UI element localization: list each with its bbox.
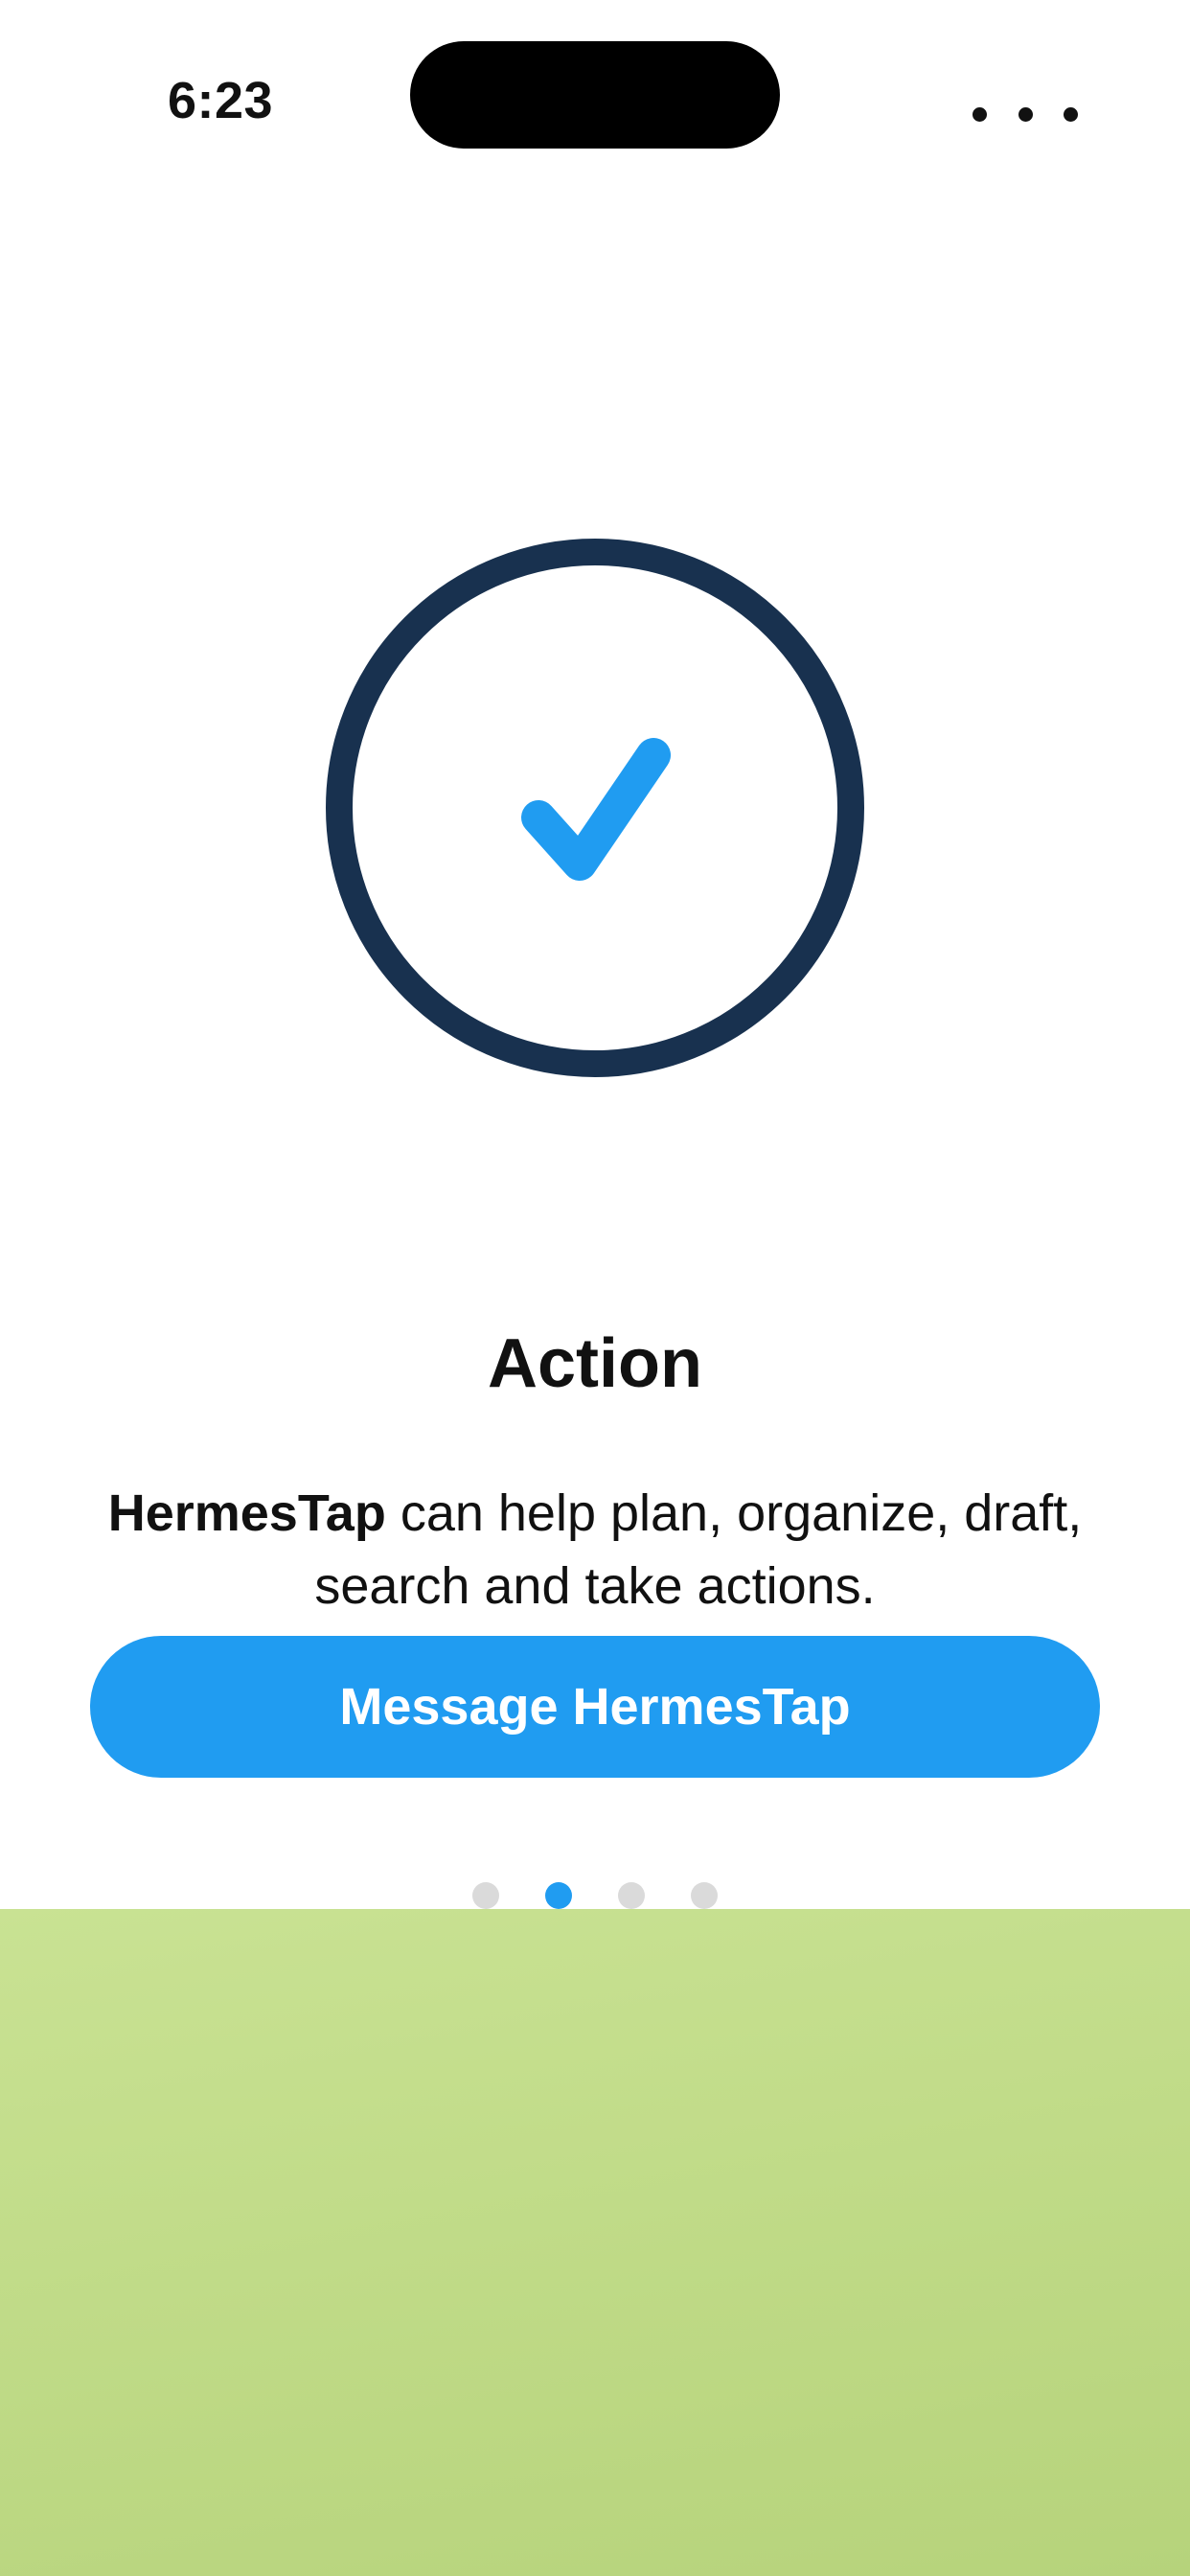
dynamic-island [410, 41, 780, 149]
hero-ring [326, 539, 864, 1077]
page-dot-3[interactable] [618, 1882, 645, 1909]
status-time: 6:23 [168, 72, 274, 129]
page-indicator [472, 1881, 718, 1910]
brand-name: HermesTap [107, 1484, 386, 1542]
message-hermestap-button[interactable]: Message HermesTap [90, 1636, 1100, 1778]
more-horizontal-icon [973, 106, 987, 122]
checkmark-icon [521, 738, 671, 881]
more-dot [1064, 106, 1078, 122]
onboarding-screen: 6:23 Action HermesTap can help plan, org… [0, 0, 1190, 2576]
page-description: HermesTap can help plan, organize, draft… [86, 1477, 1104, 1622]
check-circle-icon [326, 539, 864, 1077]
more-dot [1018, 106, 1033, 122]
page-dot-4[interactable] [691, 1882, 718, 1909]
description-text: can help plan, organize, draft, search a… [314, 1484, 1083, 1615]
bottom-panel [0, 1909, 1190, 2576]
more-options-button[interactable] [973, 90, 1078, 138]
page-dot-2[interactable] [545, 1882, 572, 1909]
page-dot-1[interactable] [472, 1882, 499, 1909]
page-title: Action [488, 1325, 702, 1402]
